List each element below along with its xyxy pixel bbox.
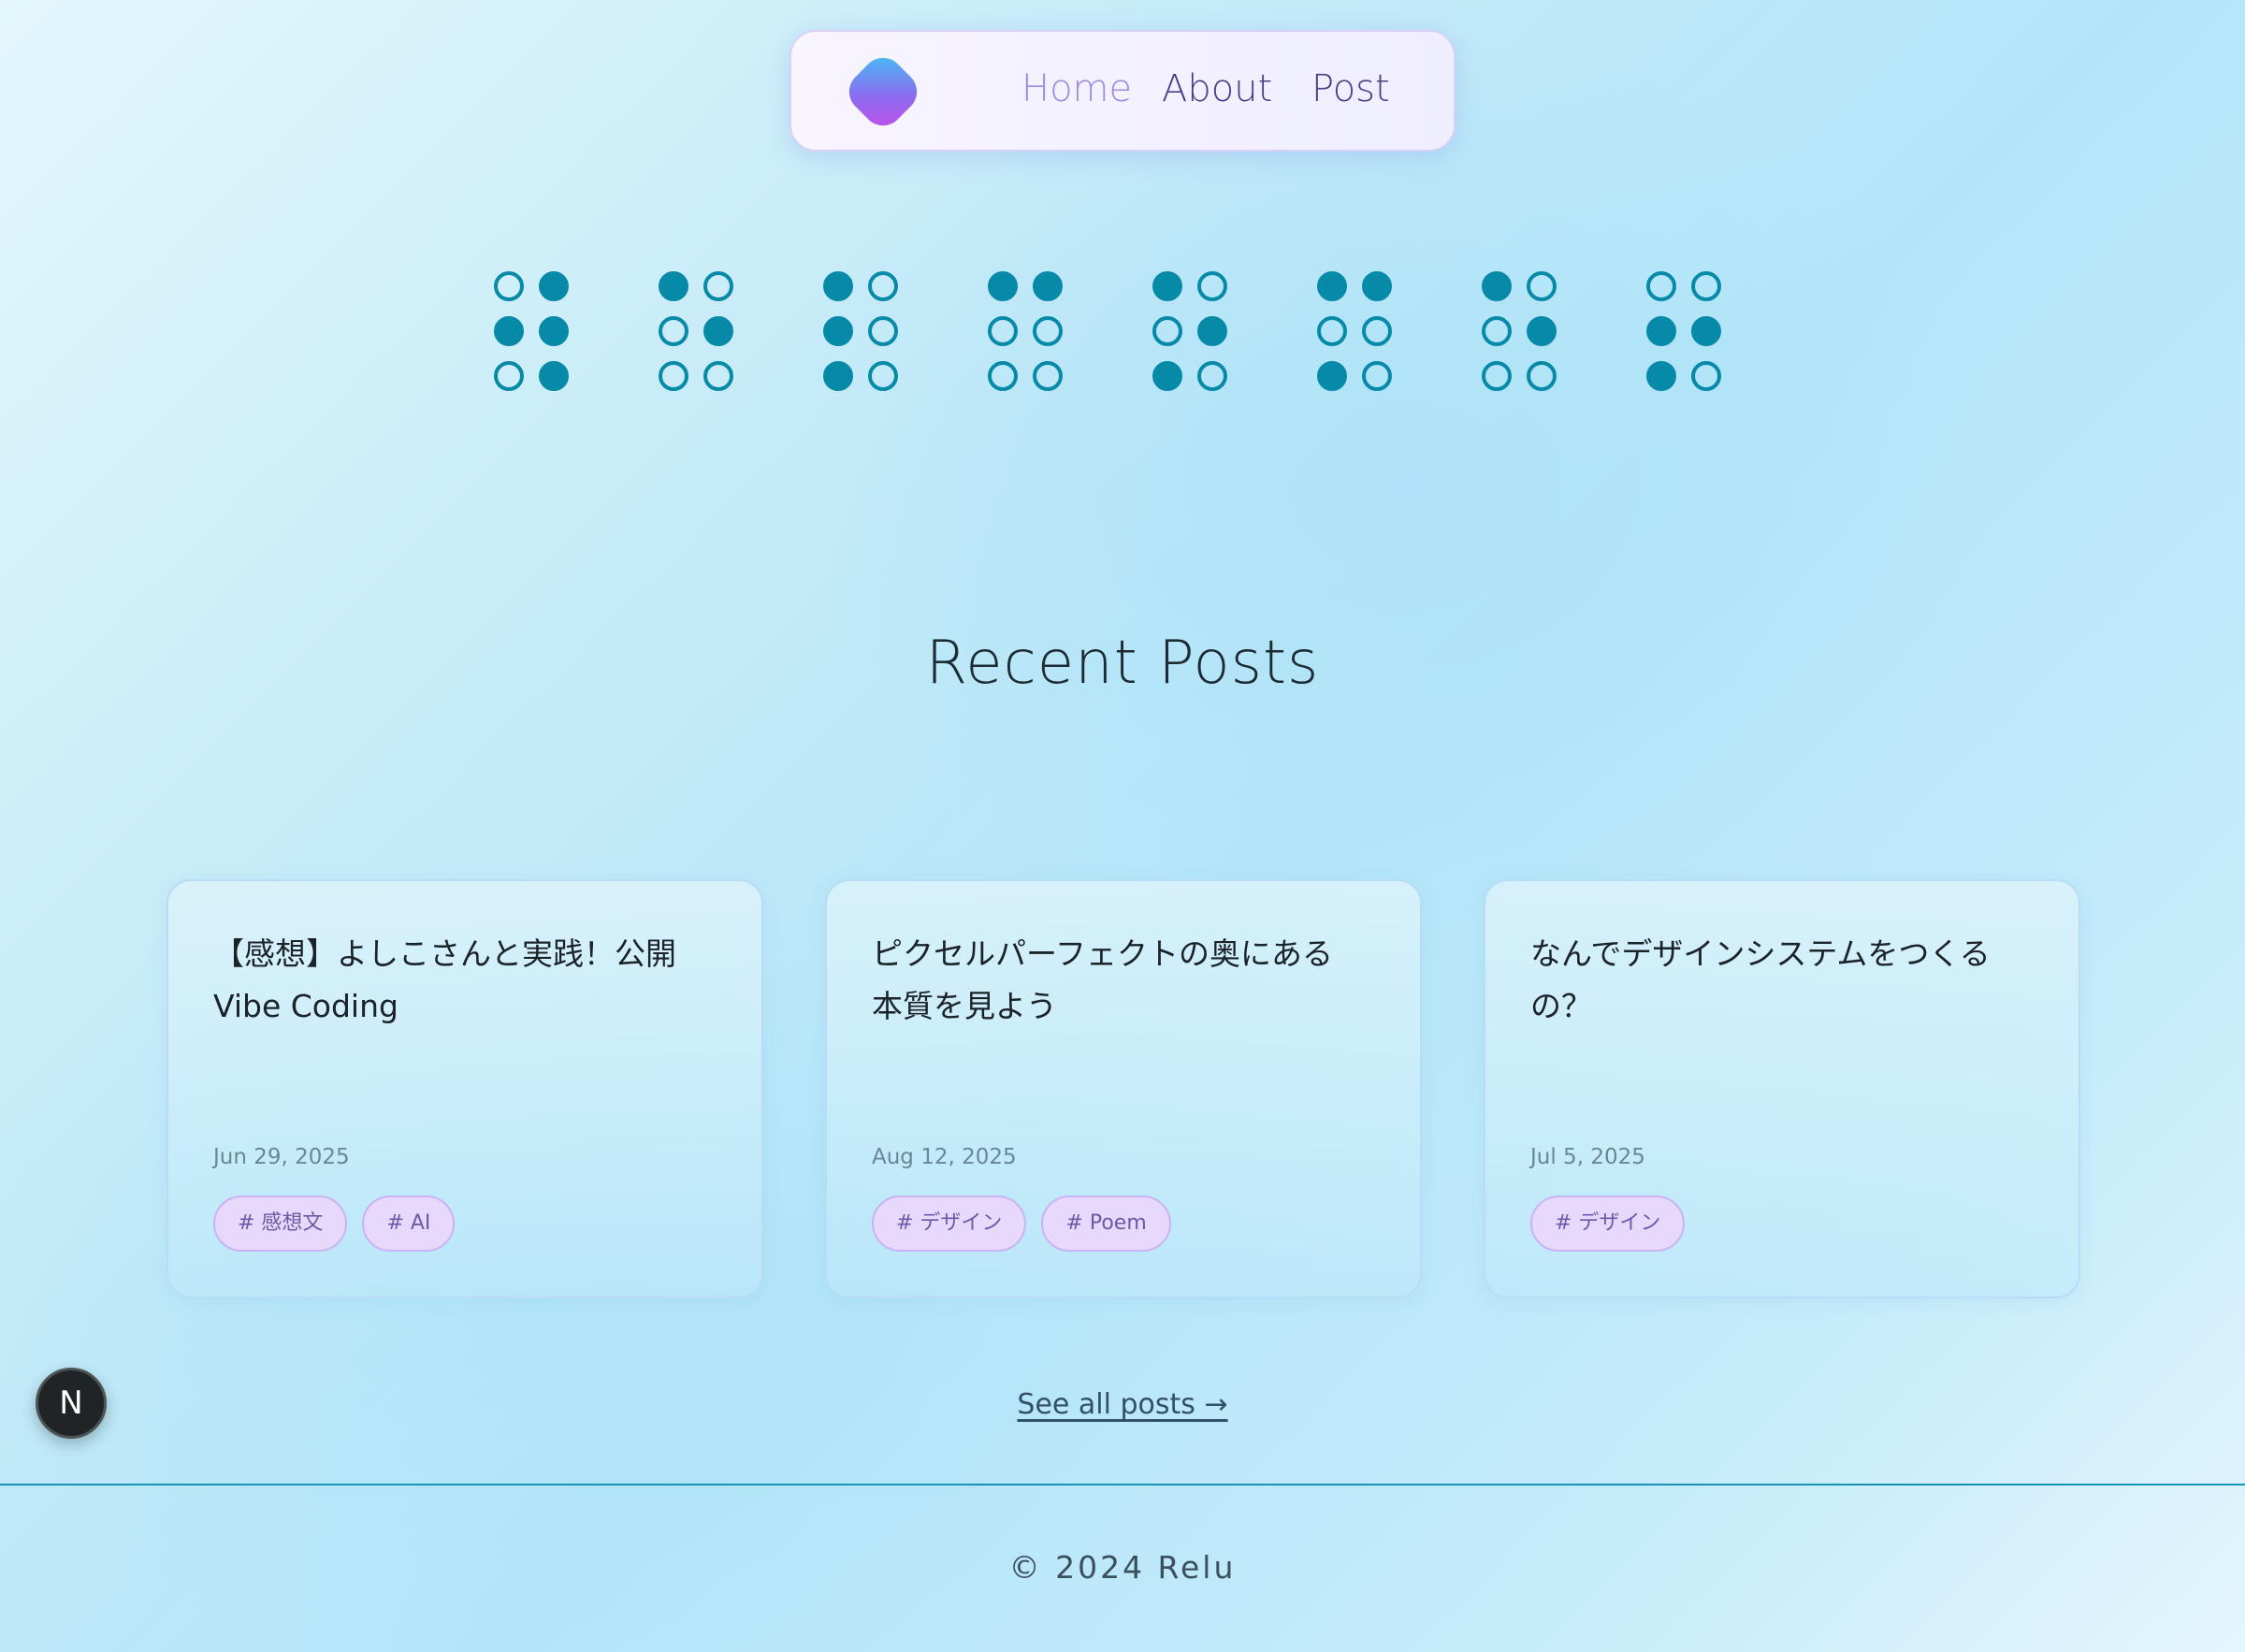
tag-chip[interactable]: # デザイン [1530,1196,1686,1252]
braille-dot-empty [1033,361,1063,391]
braille-dot-empty [1482,361,1512,391]
braille-cell [1317,271,1394,393]
braille-cell [1646,271,1723,393]
nextjs-dev-badge-icon[interactable]: N [36,1368,107,1439]
braille-dot-filled [1317,271,1347,301]
braille-dot-empty [1482,316,1512,346]
braille-dot-filled [823,316,853,346]
braille-dot-filled [1317,361,1347,391]
post-date: Jun 29, 2025 [213,1145,350,1169]
braille-dot-empty [868,316,898,346]
braille-dot-filled [1646,316,1676,346]
braille-dot-filled [703,316,733,346]
post-date: Jul 5, 2025 [1530,1145,1645,1169]
braille-dot-filled [1152,361,1182,391]
tag-chip[interactable]: # 感想文 [213,1196,348,1252]
post-card[interactable]: ピクセルパーフェクトの奥にある本質を見よう Aug 12, 2025 # デザイ… [825,879,1422,1298]
braille-cell [494,271,571,393]
braille-dot-filled [1362,271,1392,301]
post-tags: # デザイン # Poem [872,1196,1171,1252]
braille-dot-empty [659,316,688,346]
braille-dot-empty [988,316,1018,346]
brand-logo-icon[interactable] [840,49,926,135]
braille-dot-empty [1362,361,1392,391]
braille-dot-empty [1691,361,1721,391]
nav-link-post[interactable]: Post [1311,67,1390,110]
braille-dot-filled [1152,271,1182,301]
post-tags: # 感想文 # AI [213,1196,456,1252]
braille-dot-empty [1033,316,1063,346]
braille-dot-filled [1482,271,1512,301]
braille-dot-empty [1197,271,1227,301]
braille-cell [823,271,900,393]
braille-dot-filled [659,271,688,301]
braille-dot-filled [1691,316,1721,346]
braille-dot-empty [494,271,524,301]
footer-copyright: © 2024 Relu [1008,1549,1237,1586]
braille-dot-empty [1317,316,1347,346]
braille-dot-filled [1527,316,1557,346]
post-date: Aug 12, 2025 [872,1145,1017,1169]
tag-chip[interactable]: # Poem [1041,1196,1171,1252]
post-card[interactable]: なんでデザインシステムをつくるの？ Jul 5, 2025 # デザイン [1484,879,2080,1298]
section-title: Recent Posts [925,629,1320,698]
braille-dot-empty [1646,271,1676,301]
braille-dot-empty [1527,361,1557,391]
tag-chip[interactable]: # デザイン [872,1196,1027,1252]
braille-dot-empty [1197,361,1227,391]
braille-cell [1152,271,1229,393]
braille-dot-filled [539,361,569,391]
braille-dot-empty [1152,316,1182,346]
top-navigation: Home About Post [789,30,1456,152]
post-title: 【感想】よしこさんと実践！公開Vibe Coding [213,935,676,1024]
post-card[interactable]: 【感想】よしこさんと実践！公開Vibe Coding Jun 29, 2025 … [167,879,763,1298]
braille-dot-empty [1362,316,1392,346]
braille-dot-filled [823,361,853,391]
braille-dot-filled [1646,361,1676,391]
tag-chip[interactable]: # AI [362,1196,456,1252]
braille-dot-empty [868,271,898,301]
braille-dot-empty [868,361,898,391]
braille-dot-empty [988,361,1018,391]
braille-dot-empty [1527,271,1557,301]
post-title: なんでデザインシステムをつくるの？ [1530,935,1991,1024]
braille-dot-empty [703,271,733,301]
braille-cell [659,271,735,393]
braille-dot-empty [494,361,524,391]
braille-dot-filled [1033,271,1063,301]
post-title: ピクセルパーフェクトの奥にある本質を見よう [872,935,1334,1024]
braille-dot-empty [659,361,688,391]
braille-cell [988,271,1065,393]
braille-dot-filled [539,271,569,301]
see-all-posts-link[interactable]: See all posts → [1017,1388,1227,1421]
braille-dot-filled [494,316,524,346]
braille-dot-filled [823,271,853,301]
post-tags: # デザイン [1530,1196,1686,1252]
nav-link-about[interactable]: About [1162,67,1272,110]
nav-link-home[interactable]: Home [1021,67,1132,110]
see-all-container: See all posts → [0,1388,2245,1421]
braille-dot-filled [1197,316,1227,346]
braille-dot-empty [1691,271,1721,301]
braille-cell [1482,271,1558,393]
braille-dot-filled [988,271,1018,301]
footer-divider [0,1484,2245,1485]
braille-dot-empty [703,361,733,391]
braille-dot-filled [539,316,569,346]
